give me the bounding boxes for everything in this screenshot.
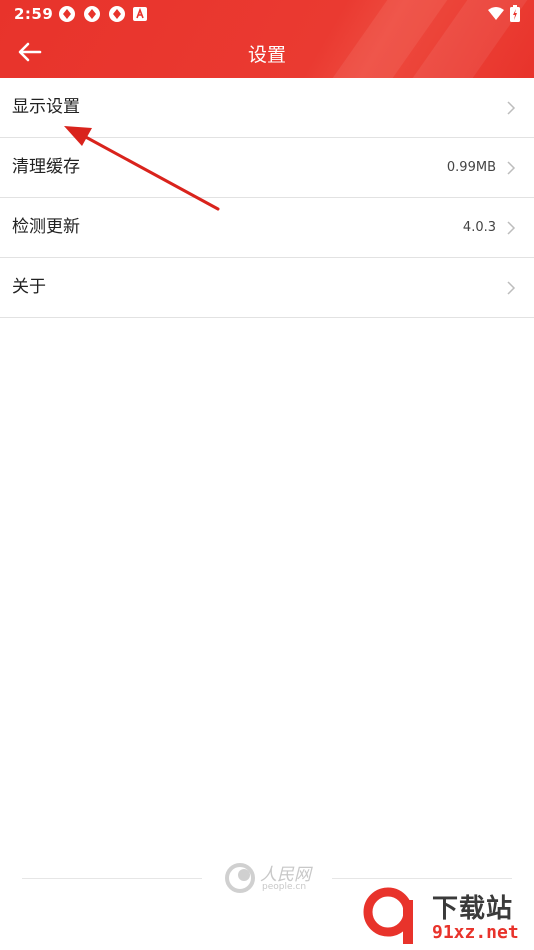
settings-item-check-update[interactable]: 检测更新 4.0.3 [0, 198, 534, 258]
settings-item-label: 检测更新 [12, 217, 80, 237]
wifi-icon [488, 6, 504, 20]
settings-item-display[interactable]: 显示设置 [0, 78, 534, 138]
status-time: 2:59 [14, 5, 54, 23]
settings-item-label: 显示设置 [12, 97, 80, 117]
settings-item-clear-cache[interactable]: 清理缓存 0.99MB [0, 138, 534, 198]
chevron-right-icon [507, 161, 516, 175]
cache-size-value: 0.99MB [446, 160, 496, 175]
notification-a-icon [133, 7, 147, 21]
footer-logo-subtext: people.cn [262, 882, 307, 892]
footer-divider [332, 878, 512, 879]
notification-app-icon [109, 6, 125, 22]
status-bar: 2:59 [0, 0, 534, 28]
chevron-right-icon [507, 281, 516, 295]
settings-item-label: 清理缓存 [12, 157, 80, 177]
notification-icons [58, 5, 147, 23]
settings-list: 显示设置 清理缓存 0.99MB 检测更新 4.0.3 关于 [0, 78, 534, 318]
notification-app-icon [59, 6, 75, 22]
settings-item-about[interactable]: 关于 [0, 258, 534, 318]
notification-app-icon [84, 6, 100, 22]
settings-item-label: 关于 [12, 277, 46, 297]
chevron-right-icon [507, 101, 516, 115]
watermark-site: 91xz.net [432, 922, 519, 943]
watermark-title: 下载站 [432, 894, 514, 924]
footer-divider [22, 878, 202, 879]
app-bar: 2:59 设置 [0, 0, 534, 78]
system-icons [488, 5, 520, 22]
battery-icon [510, 5, 520, 22]
page-title: 设置 [247, 44, 286, 66]
version-value: 4.0.3 [462, 220, 496, 235]
chevron-right-icon [507, 221, 516, 235]
